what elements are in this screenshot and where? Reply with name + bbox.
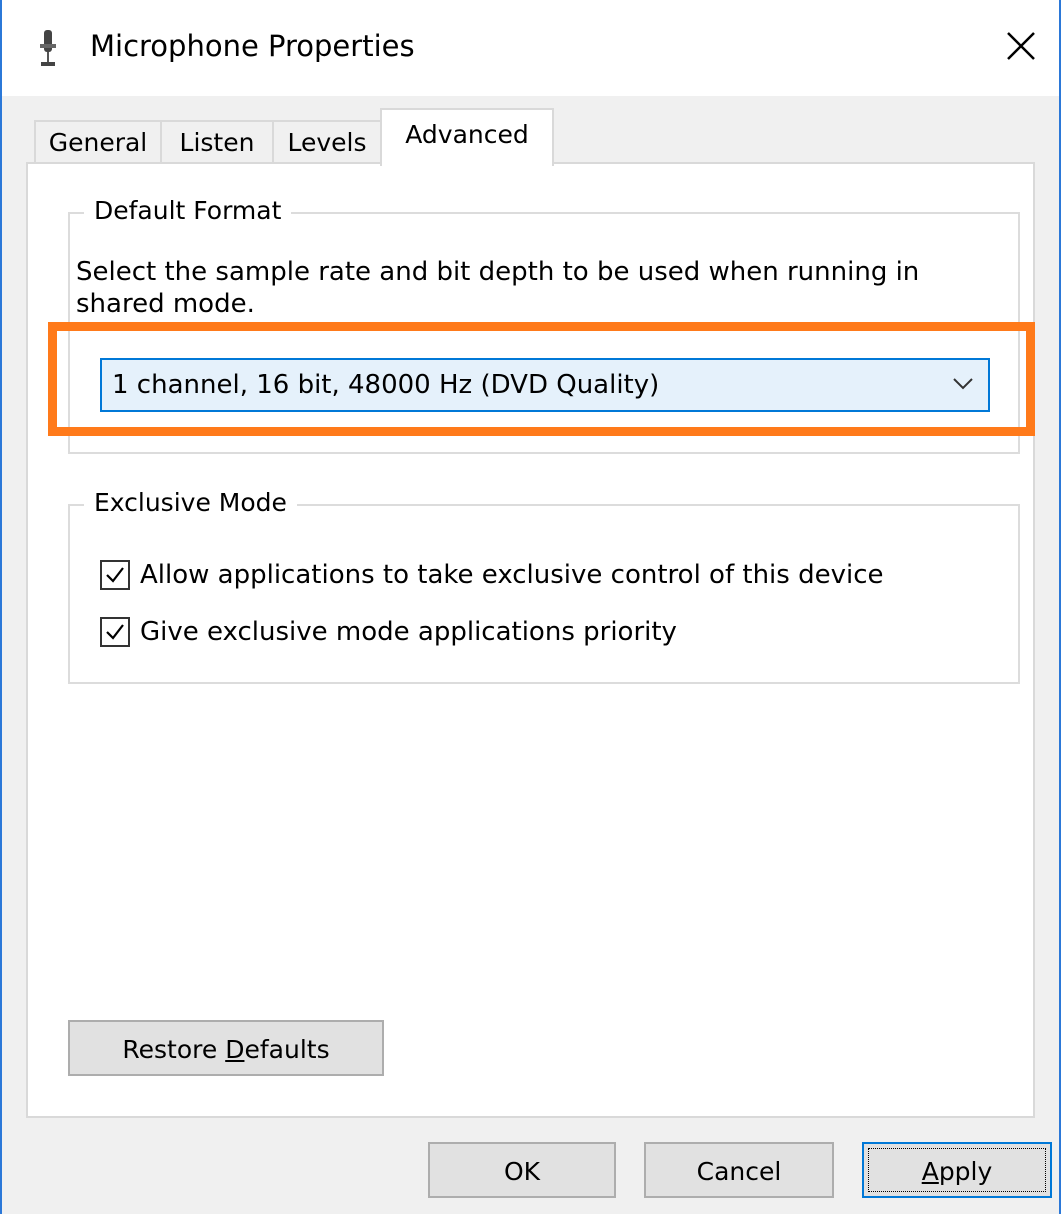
close-icon: [1007, 32, 1035, 60]
window-title: Microphone Properties: [90, 29, 415, 63]
default-format-title: Default Format: [84, 194, 292, 228]
restore-label-prefix: Restore: [122, 1035, 226, 1064]
allow-exclusive-control-label: Allow applications to take exclusive con…: [140, 560, 884, 590]
default-format-group: Default Format: [68, 194, 1020, 454]
exclusive-mode-group: Exclusive Mode: [68, 486, 1020, 684]
default-format-description: Select the sample rate and bit depth to …: [76, 257, 920, 319]
apply-button[interactable]: Apply: [862, 1142, 1052, 1198]
tab-levels[interactable]: Levels: [272, 120, 382, 166]
checkbox-box[interactable]: [100, 617, 130, 647]
ok-label: OK: [503, 1157, 541, 1186]
ok-button[interactable]: OK: [428, 1142, 616, 1198]
selected-format-value: 1 channel, 16 bit, 48000 Hz (DVD Quality…: [112, 370, 660, 400]
tab-listen[interactable]: Listen: [160, 120, 274, 166]
tab-strip: General Listen Levels Advanced: [34, 108, 574, 166]
chevron-down-icon: [953, 378, 973, 390]
microphone-properties-dialog: Microphone Properties General Listen Lev…: [0, 0, 1061, 1214]
cancel-button[interactable]: Cancel: [644, 1142, 834, 1198]
checkmark-icon: [106, 624, 124, 640]
title-bar[interactable]: Microphone Properties: [2, 0, 1059, 96]
tab-general[interactable]: General: [34, 120, 162, 166]
checkmark-icon: [106, 567, 124, 583]
restore-defaults-button[interactable]: Restore Defaults: [68, 1020, 384, 1076]
exclusive-priority-label: Give exclusive mode applications priorit…: [140, 617, 677, 647]
microphone-icon: [40, 30, 56, 66]
default-format-dropdown[interactable]: 1 channel, 16 bit, 48000 Hz (DVD Quality…: [100, 358, 990, 412]
restore-label-mnemonic: D: [225, 1035, 245, 1064]
cancel-label: Cancel: [696, 1157, 782, 1186]
tab-advanced[interactable]: Advanced: [380, 108, 554, 166]
exclusive-priority-checkbox[interactable]: Give exclusive mode applications priorit…: [100, 615, 677, 649]
restore-label-suffix: efaults: [244, 1035, 330, 1064]
close-button[interactable]: [991, 16, 1051, 76]
allow-exclusive-control-checkbox[interactable]: Allow applications to take exclusive con…: [100, 558, 884, 592]
apply-label-suffix: pply: [938, 1157, 993, 1186]
apply-label-mnemonic: A: [921, 1157, 939, 1186]
exclusive-mode-title: Exclusive Mode: [84, 486, 297, 520]
checkbox-box[interactable]: [100, 560, 130, 590]
